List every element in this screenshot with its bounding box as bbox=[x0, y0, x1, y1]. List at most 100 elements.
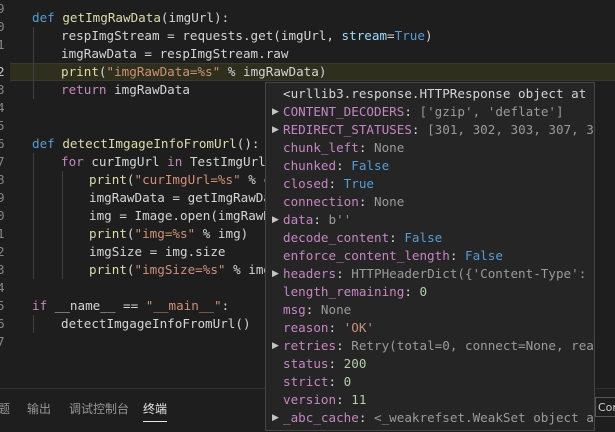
active-tab-indicator bbox=[143, 421, 167, 422]
variable-name: REDIRECT_STATUSES bbox=[283, 122, 412, 137]
variable-value: 11 bbox=[351, 392, 367, 407]
variable-value: None bbox=[374, 194, 405, 209]
hover-variable-row: decode_content: False bbox=[283, 230, 443, 245]
line-number: 6 bbox=[0, 316, 5, 331]
variable-name: CONTENT_DECODERS bbox=[283, 104, 405, 119]
hover-variable-row: reason: 'OK' bbox=[283, 320, 375, 335]
hover-variable-row[interactable]: ▶ CONTENT_DECODERS: ['gzip', 'deflate'] bbox=[266, 103, 594, 121]
hover-variable-row: enforce_content_length: False bbox=[283, 248, 503, 263]
variable-value: 0 bbox=[343, 374, 352, 389]
line-number: 1 bbox=[0, 226, 5, 241]
variable-name: headers bbox=[283, 266, 337, 281]
variable-name: status bbox=[283, 356, 329, 371]
code-line: print("curImgUrl=%s" % c bbox=[89, 172, 272, 187]
variable-value: b'' bbox=[328, 212, 352, 227]
line-number: 3 bbox=[0, 82, 5, 97]
code-line: imgSize = img.size bbox=[89, 244, 226, 259]
variable-name: chunk_left bbox=[283, 140, 359, 155]
variable-name: _abc_cache bbox=[283, 410, 359, 425]
variable-value: 200 bbox=[343, 356, 367, 371]
variable-name: data bbox=[283, 212, 314, 227]
line-number: 3 bbox=[0, 262, 5, 277]
line-number: 4 bbox=[0, 280, 5, 295]
hover-variable-row: strict: 0 bbox=[283, 374, 352, 389]
variable-value: True bbox=[343, 176, 375, 191]
expand-chevron-icon[interactable]: ▶ bbox=[272, 211, 279, 229]
variable-value: False bbox=[351, 158, 390, 173]
tab-problems[interactable]: 题 bbox=[0, 400, 10, 417]
code-line: imgRawData = respImgStream.raw bbox=[61, 46, 289, 61]
variable-name: version bbox=[283, 392, 337, 407]
code-line: detectImgageInfoFromUrl() bbox=[61, 316, 251, 331]
line-number: 4 bbox=[0, 100, 5, 115]
line-number: 9 bbox=[0, 190, 5, 205]
line-number-gutter: 9 0 1 2 3 4 5 6 7 8 9 0 1 2 3 4 5 6 7 bbox=[0, 0, 10, 388]
line-number: 0 bbox=[0, 19, 5, 34]
hover-variable-row[interactable]: ▶ REDIRECT_STATUSES: [301, 302, 303, 307,… bbox=[266, 121, 594, 139]
expand-chevron-icon[interactable]: ▶ bbox=[272, 409, 279, 427]
variable-name: retries bbox=[283, 338, 337, 353]
debug-hover-widget[interactable]: <urllib3.response.HTTPResponse object at… bbox=[265, 82, 595, 431]
variable-name: strict bbox=[283, 374, 329, 389]
hover-variable-row: chunk_left: None bbox=[283, 140, 405, 155]
code-line: img = Image.open(imgRawDa bbox=[89, 208, 279, 223]
variable-name: length_remaining bbox=[283, 284, 405, 299]
variable-value: False bbox=[464, 248, 503, 263]
variable-value: ['gzip', 'deflate'] bbox=[419, 104, 564, 119]
expand-chevron-icon[interactable]: ▶ bbox=[272, 337, 279, 355]
code-line: for curImgUrl in TestImgUrlL bbox=[61, 154, 274, 169]
line-number: 7 bbox=[0, 334, 5, 349]
code-line: print("img=%s" % img) bbox=[89, 226, 249, 241]
hover-header: <urllib3.response.HTTPResponse object at bbox=[283, 86, 587, 101]
expand-chevron-icon[interactable]: ▶ bbox=[272, 265, 279, 283]
line-number: 2 bbox=[0, 244, 5, 259]
hover-variable-row: connection: None bbox=[283, 194, 405, 209]
tab-debug-console[interactable]: 调试控制台 bbox=[69, 400, 129, 417]
variable-name: decode_content bbox=[283, 230, 390, 245]
tab-terminal[interactable]: 终端 bbox=[143, 400, 167, 417]
variable-value: [301, 302, 303, 307, 308] bbox=[427, 122, 594, 137]
code-line-current: print("imgRawData=%s" % imgRawData) bbox=[61, 64, 327, 79]
variable-value: 'OK' bbox=[343, 320, 375, 335]
line-number: 1 bbox=[0, 37, 5, 52]
hover-variable-row: chunked: False bbox=[283, 158, 390, 173]
indent-guide bbox=[33, 315, 34, 333]
expand-chevron-icon[interactable]: ▶ bbox=[272, 121, 279, 139]
variable-name: connection bbox=[283, 194, 359, 209]
hover-variable-row: status: 200 bbox=[283, 356, 367, 371]
expand-chevron-icon[interactable]: ▶ bbox=[272, 103, 279, 121]
indent-guide bbox=[62, 171, 63, 279]
variable-name: enforce_content_length bbox=[283, 248, 450, 263]
line-number: 7 bbox=[0, 154, 5, 169]
line-number: 5 bbox=[0, 118, 5, 133]
hover-variable-row[interactable]: ▶ retries: Retry(total=0, connect=None, r… bbox=[266, 337, 594, 355]
code-line: imgRawData = getImgRawDa bbox=[89, 190, 271, 205]
hover-variable-row[interactable]: ▶ headers: HTTPHeaderDict({'Content-Type'… bbox=[266, 265, 594, 283]
variable-value: <_weakrefset.WeakSet object at 0x11 bbox=[374, 410, 594, 425]
code-line: respImgStream = requests.get(imgUrl, str… bbox=[61, 28, 433, 43]
line-number: 5 bbox=[0, 298, 5, 313]
indent-guide bbox=[33, 27, 34, 99]
console-dropdown[interactable]: Con bbox=[595, 397, 615, 417]
code-line: if __name__ == "__main__": bbox=[32, 298, 230, 313]
code-line: def getImgRawData(imgUrl): bbox=[32, 10, 230, 25]
hover-variable-row[interactable]: ▶ _abc_cache: <_weakrefset.WeakSet object… bbox=[266, 409, 594, 427]
hover-variable-row: version: 11 bbox=[283, 392, 367, 407]
line-number: 6 bbox=[0, 136, 5, 151]
variable-value: HTTPHeaderDict({'Content-Type': 'image bbox=[351, 266, 594, 281]
hover-variable-row: length_remaining: 0 bbox=[283, 284, 428, 299]
line-number: 9 bbox=[0, 1, 5, 16]
code-line: def detectImgageInfoFromUrl(): bbox=[32, 136, 260, 151]
code-line: print("imgSize=%s" % img bbox=[89, 262, 272, 277]
variable-name: reason bbox=[283, 320, 329, 335]
tab-output[interactable]: 输出 bbox=[27, 400, 51, 417]
hover-variable-row[interactable]: ▶ data: b'' bbox=[266, 211, 594, 229]
variable-value: None bbox=[374, 140, 405, 155]
line-number: 8 bbox=[0, 172, 5, 187]
variable-name: msg bbox=[283, 302, 306, 317]
variable-value: Retry(total=0, connect=None, read=Fals bbox=[351, 338, 594, 353]
variable-value: 0 bbox=[419, 284, 428, 299]
hover-variable-row: closed: True bbox=[283, 176, 375, 191]
variable-value: None bbox=[320, 302, 352, 317]
code-line: return imgRawData bbox=[61, 82, 190, 97]
